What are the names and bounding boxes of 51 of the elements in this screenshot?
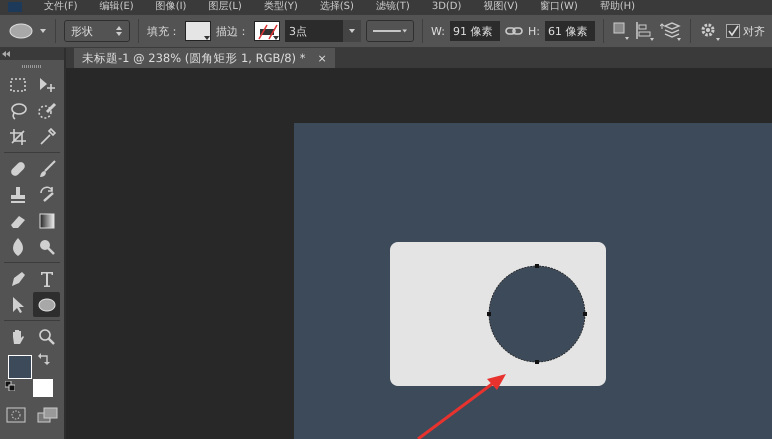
background-color-swatch[interactable] xyxy=(33,379,53,397)
spinner-arrows-icon xyxy=(115,25,123,37)
grip-handle[interactable] xyxy=(22,65,42,68)
line-style-icon xyxy=(373,28,407,34)
fill-label: 填充： xyxy=(147,24,180,38)
settings-icon[interactable] xyxy=(698,21,721,41)
document-title: 未标题-1 @ 238% (圆角矩形 1, RGB/8) * xyxy=(82,50,306,66)
screen-mode-icon[interactable] xyxy=(36,407,58,425)
checkmark-icon xyxy=(726,25,739,37)
ellipse-icon[interactable] xyxy=(8,22,34,40)
app-logo-icon xyxy=(8,2,22,12)
menu-item[interactable]: 帮助(H) xyxy=(600,1,636,13)
quick-selection-icon xyxy=(36,100,56,120)
menu-item[interactable]: 文件(F) xyxy=(44,1,78,13)
collapse-icon[interactable] xyxy=(2,51,10,57)
swap-arrows-icon[interactable] xyxy=(38,353,50,365)
stroke-swatch[interactable] xyxy=(254,21,280,41)
link-icon[interactable] xyxy=(504,26,523,36)
menu-item[interactable]: 视图(V) xyxy=(483,1,518,13)
crop-icon xyxy=(8,126,28,146)
gradient-icon xyxy=(36,210,56,230)
foreground-color-swatch[interactable] xyxy=(8,355,32,379)
align-edges-checkbox[interactable]: 对齐 xyxy=(726,24,765,38)
document-tab[interactable]: 未标题-1 @ 238% (圆角矩形 1, RGB/8) * × xyxy=(74,48,335,68)
width-input[interactable]: 91 像素 xyxy=(450,21,500,41)
fill-swatch[interactable] xyxy=(185,21,211,41)
default-colors-icon[interactable] xyxy=(5,381,15,391)
close-icon[interactable]: × xyxy=(317,52,327,64)
caret-icon[interactable] xyxy=(39,28,47,34)
stroke-label: 描边： xyxy=(216,24,249,38)
width-label: W: xyxy=(431,24,445,38)
quick-mask-icon[interactable] xyxy=(6,407,26,423)
height-input[interactable]: 61 像素 xyxy=(544,21,595,41)
path-alignment-icon[interactable] xyxy=(634,21,655,41)
menu-item[interactable]: 选择(S) xyxy=(320,1,354,13)
line-style-dropdown[interactable] xyxy=(366,20,414,42)
zoom-icon xyxy=(36,326,56,346)
mode-dropdown[interactable]: 形状 xyxy=(64,20,130,42)
menu-item[interactable]: 3D(D) xyxy=(432,1,462,13)
height-label: H: xyxy=(528,24,540,38)
menu-item[interactable]: 滤镜(T) xyxy=(376,1,410,13)
menu-item[interactable]: 图层(L) xyxy=(208,1,242,13)
menu-item[interactable]: 类型(Y) xyxy=(264,1,298,13)
menu-item[interactable]: 窗口(W) xyxy=(540,1,578,13)
caret-icon xyxy=(348,28,356,34)
layers-arrange-icon[interactable] xyxy=(660,21,682,41)
menu-item[interactable]: 图像(I) xyxy=(156,1,186,13)
path-operations-icon[interactable] xyxy=(612,21,630,41)
tool-button[interactable] xyxy=(33,292,60,317)
stroke-width-dropdown[interactable]: 3点 xyxy=(285,20,361,42)
menu-item[interactable]: 编辑(E) xyxy=(100,1,134,13)
